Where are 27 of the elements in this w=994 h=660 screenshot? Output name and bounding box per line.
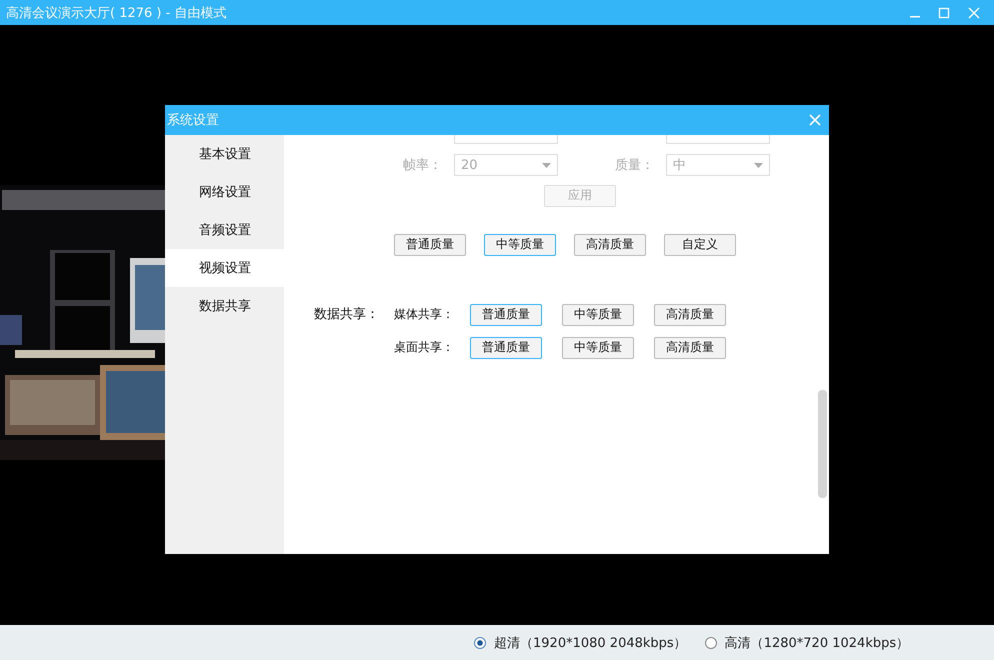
field-label: 质量：: [614, 157, 654, 174]
sidebar-item[interactable]: 网络设置: [165, 173, 284, 211]
sidebar-item[interactable]: 音频设置: [165, 211, 284, 249]
sidebar-item[interactable]: 数据共享: [165, 287, 284, 325]
quality-button[interactable]: 高清质量: [654, 336, 726, 358]
caret-icon: [754, 162, 763, 168]
window-title: 高清会议演示大厅( 1276 ) - 自由模式: [6, 4, 226, 22]
close-icon: [968, 6, 980, 18]
sidebar-item[interactable]: 基本设置: [165, 135, 284, 173]
radio-button[interactable]: [704, 636, 717, 648]
row-label: 媒体共享：: [394, 306, 452, 323]
field-label: 帧率：: [402, 157, 442, 174]
quality-button[interactable]: 高清质量: [654, 304, 726, 326]
section-label: 数据共享：: [314, 306, 380, 324]
close-icon: [809, 114, 821, 126]
radio-button[interactable]: [474, 636, 486, 648]
row-label: 桌面共享：: [394, 339, 452, 356]
quality-button[interactable]: 中等质量: [562, 336, 634, 358]
dialog-title: 系统设置: [167, 112, 219, 129]
scroll-thumb[interactable]: [818, 390, 827, 498]
caret-icon: [542, 162, 551, 168]
quality-button[interactable]: 中等质量: [562, 304, 634, 326]
minimize-icon: [910, 16, 920, 18]
quality-button[interactable]: 普通质量: [470, 336, 542, 358]
sidebar-item[interactable]: 视频设置: [165, 249, 284, 287]
quality-button[interactable]: 普通质量: [470, 304, 542, 326]
maximize-icon: [938, 6, 950, 18]
